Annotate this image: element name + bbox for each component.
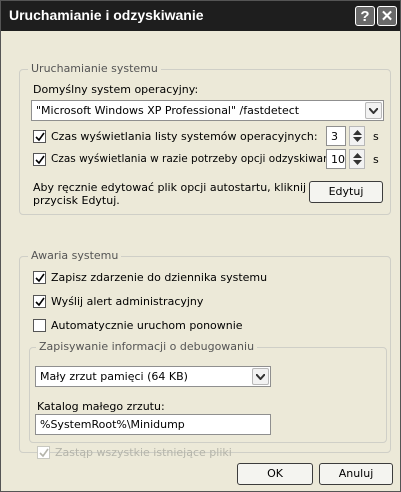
- close-icon: ✕: [380, 8, 394, 25]
- cancel-button[interactable]: Anuluj: [319, 463, 393, 485]
- auto-restart-label: Automatycznie uruchom ponownie: [51, 319, 243, 332]
- send-alert-checkbox[interactable]: [33, 295, 46, 308]
- dialog-title: Uruchamianie i odzyskiwanie: [9, 7, 204, 23]
- default-os-value: "Microsoft Windows XP Professional" /fas…: [36, 104, 300, 117]
- show-recovery-label: Czas wyświetlania w razie potrzeby opcji…: [51, 153, 343, 165]
- startup-recovery-dialog: Uruchamianie i odzyskiwanie ? ✕ Uruchami…: [0, 0, 401, 492]
- dump-type-value: Mały zrzut pamięci (64 KB): [40, 370, 188, 383]
- system-failure-legend: Awaria systemu: [28, 249, 122, 262]
- help-button[interactable]: ?: [355, 6, 375, 26]
- title-bar[interactable]: Uruchamianie i odzyskiwanie ? ✕: [1, 1, 400, 31]
- chevron-down-icon[interactable]: [252, 368, 269, 385]
- cancel-button-label: Anuluj: [338, 467, 374, 480]
- overwrite-label: Zastąp wszystkie istniejące pliki: [55, 446, 232, 459]
- dump-dir-input[interactable]: %SystemRoot%\Minidump: [35, 414, 271, 435]
- edit-button[interactable]: Edytuj: [309, 181, 383, 203]
- overwrite-checkbox[interactable]: [37, 446, 50, 459]
- show-os-list-spinner[interactable]: [349, 126, 365, 146]
- debug-info-legend: Zapisywanie informacji o debugowaniu: [36, 340, 258, 353]
- default-os-select[interactable]: "Microsoft Windows XP Professional" /fas…: [31, 100, 384, 121]
- seconds-unit-2: s: [373, 153, 379, 166]
- edit-hint-line2: przycisk Edytuj.: [33, 194, 120, 207]
- close-button[interactable]: ✕: [377, 6, 397, 26]
- show-recovery-spinner[interactable]: [349, 149, 365, 169]
- help-icon: ?: [360, 8, 370, 25]
- dump-dir-label: Katalog małego zrzutu:: [37, 400, 165, 413]
- edit-button-label: Edytuj: [328, 185, 364, 198]
- write-event-checkbox[interactable]: [33, 271, 46, 284]
- auto-restart-checkbox[interactable]: [33, 319, 46, 332]
- ok-button[interactable]: OK: [237, 463, 313, 485]
- write-event-label: Zapisz zdarzenie do dziennika systemu: [51, 271, 268, 284]
- dump-dir-value: %SystemRoot%\Minidump: [40, 418, 185, 431]
- show-os-list-time-input[interactable]: 3: [326, 126, 346, 146]
- chevron-down-icon[interactable]: [365, 102, 382, 119]
- ok-button-label: OK: [267, 467, 283, 480]
- show-os-list-time-value: 3: [331, 130, 338, 143]
- default-os-label: Domyślny system operacyjny:: [33, 83, 199, 96]
- show-recovery-checkbox[interactable]: [33, 153, 46, 166]
- seconds-unit-1: s: [373, 130, 379, 143]
- show-os-list-label: Czas wyświetlania listy systemów operacy…: [51, 130, 318, 143]
- dump-type-select[interactable]: Mały zrzut pamięci (64 KB): [35, 366, 271, 387]
- show-recovery-time-input[interactable]: 10: [326, 149, 346, 169]
- show-os-list-checkbox[interactable]: [33, 130, 46, 143]
- send-alert-label: Wyślij alert administracyjny: [51, 295, 204, 308]
- edit-hint-line1: Aby ręcznie edytować plik opcji autostar…: [33, 181, 307, 194]
- show-recovery-time-value: 10: [331, 153, 345, 166]
- startup-legend: Uruchamianie systemu: [28, 62, 161, 75]
